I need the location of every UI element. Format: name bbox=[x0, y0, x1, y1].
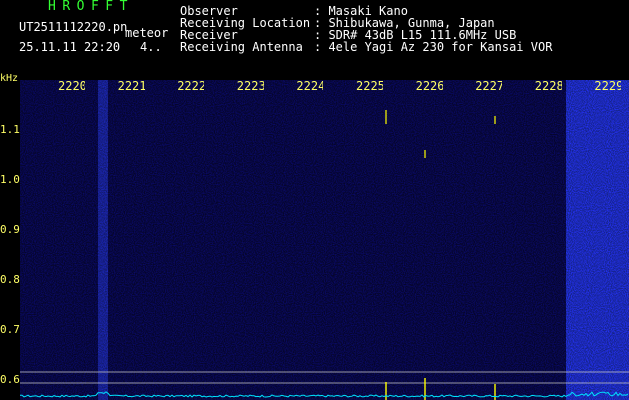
y-tick-label: 0.8 bbox=[0, 273, 20, 286]
noise-band-left-texture bbox=[98, 80, 108, 400]
event-tag: meteor bbox=[125, 26, 169, 40]
hrofft-window: HROFFT UT2511112220.pn meteor 25.11.11 2… bbox=[0, 0, 629, 400]
x-tick-label: 2220 bbox=[58, 80, 85, 92]
x-tick-label: 2224 bbox=[296, 80, 324, 92]
spectrogram-canvas bbox=[20, 80, 629, 400]
y-tick-label: 1.1 bbox=[0, 123, 20, 136]
x-tick-label: 2221 bbox=[117, 80, 145, 92]
x-tick-label: 2229 bbox=[594, 80, 622, 92]
capture-datetime: 25.11.11 22:20 bbox=[19, 40, 121, 54]
x-tick-label: 2228 bbox=[534, 80, 562, 92]
x-tick-label: 2226 bbox=[415, 80, 443, 92]
brand-title: HROFFT bbox=[48, 0, 134, 14]
station-info-values: : Masaki Kano : Shibukawa, Gunma, Japan … bbox=[314, 5, 552, 53]
info-label-antenna: Receiving Antenna bbox=[180, 40, 303, 54]
x-tick-label: 2223 bbox=[236, 80, 264, 92]
station-info-labels: Observer Receiving Location Receiver Rec… bbox=[180, 5, 310, 53]
x-tick-label: 2222 bbox=[177, 80, 205, 92]
event-counter: 4.. bbox=[140, 40, 162, 54]
info-value-antenna: : 4ele Yagi Az 230 for Kansai VOR bbox=[314, 40, 553, 54]
file-name: UT2511112220.pn bbox=[19, 20, 128, 34]
y-tick-label: 1.0 bbox=[0, 173, 20, 186]
y-tick-label: 0.9 bbox=[0, 223, 20, 236]
y-tick-label: 0.7 bbox=[0, 323, 20, 336]
spectrogram-plot bbox=[20, 80, 629, 400]
background-noise bbox=[20, 80, 629, 400]
noise-band-right-texture bbox=[566, 80, 629, 400]
y-tick-label: 0.6 bbox=[0, 373, 20, 386]
y-axis-unit: kHz bbox=[0, 73, 19, 84]
x-tick-label: 2225 bbox=[356, 80, 383, 92]
x-tick-label: 2227 bbox=[475, 80, 503, 92]
